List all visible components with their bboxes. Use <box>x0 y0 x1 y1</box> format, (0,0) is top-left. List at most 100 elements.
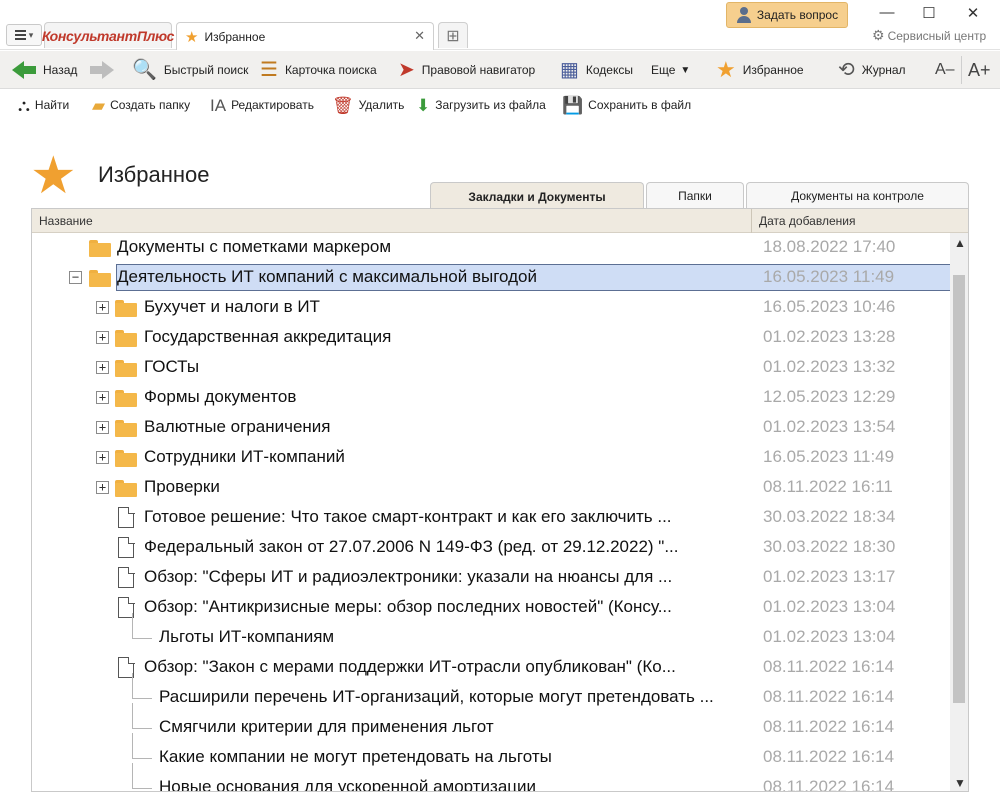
minimize-button[interactable]: — <box>872 4 902 21</box>
journal-button[interactable]: ⟲ Журнал <box>838 51 906 89</box>
delete-label: Удалить <box>358 98 405 112</box>
favorites-star-icon: ★ <box>30 147 77 205</box>
folder-icon <box>89 240 111 257</box>
scroll-up-icon[interactable]: ▲ <box>954 236 966 250</box>
vertical-scrollbar[interactable]: ▲ ▼ <box>950 233 968 791</box>
row-name: Федеральный закон от 27.07.2006 N 149-ФЗ… <box>144 537 679 556</box>
scroll-down-icon[interactable]: ▼ <box>954 776 966 790</box>
row-name: Смягчили критерии для применения льгот <box>159 717 494 736</box>
row-date: 30.03.2022 18:30 <box>763 537 896 556</box>
expand-icon[interactable]: + <box>96 331 109 344</box>
column-header-date[interactable]: Дата добавления <box>759 214 855 228</box>
tree-connector <box>132 613 133 639</box>
collapse-icon[interactable]: − <box>69 271 82 284</box>
row-date: 08.11.2022 16:14 <box>763 717 895 736</box>
scrollbar-thumb[interactable] <box>953 275 965 703</box>
document-row[interactable]: Обзор: "Сферы ИТ и радиоэлектроники: ука… <box>32 563 950 593</box>
table-body: Документы с пометками маркером 18.08.2022… <box>32 233 951 791</box>
bookmark-row[interactable]: Смягчили критерии для применения льгот 08… <box>32 703 950 743</box>
expand-icon[interactable]: + <box>96 451 109 464</box>
search-icon: 🔍 <box>132 59 157 81</box>
favorites-button[interactable]: ★ Избранное <box>716 51 804 89</box>
folder-row[interactable]: Документы с пометками маркером 18.08.2022… <box>32 233 950 263</box>
save-to-file-label: Сохранить в файл <box>588 98 692 112</box>
service-center-link[interactable]: ⚙ Сервисный центр <box>872 27 986 44</box>
tree-connector <box>132 733 133 759</box>
find-button[interactable]: ⛬ Найти <box>18 90 69 120</box>
row-date: 01.02.2023 13:04 <box>763 627 896 646</box>
folder-row[interactable]: + Бухучет и налоги в ИТ 16.05.2023 10:46 <box>32 293 950 323</box>
journal-label: Журнал <box>861 63 906 77</box>
column-header-name[interactable]: Название <box>39 214 93 228</box>
tree-connector <box>132 703 133 729</box>
column-divider[interactable] <box>751 209 752 233</box>
font-decrease-button[interactable]: A– <box>935 51 955 89</box>
expand-icon[interactable]: + <box>96 481 109 494</box>
delete-button[interactable]: 🗑 Удалить <box>332 90 404 120</box>
folder-icon <box>115 420 137 437</box>
table-header: Название Дата добавления <box>32 209 968 233</box>
tab-folders[interactable]: Папки <box>646 182 744 209</box>
more-dropdown[interactable]: Еще ▼ <box>651 51 690 89</box>
document-row[interactable]: Обзор: "Закон с мерами поддержки ИТ-отра… <box>32 653 950 683</box>
document-row[interactable]: Федеральный закон от 27.07.2006 N 149-ФЗ… <box>32 533 950 563</box>
back-button[interactable]: Назад <box>12 51 77 89</box>
row-name: Формы документов <box>144 387 297 406</box>
main-menu-button[interactable]: ▾ <box>6 24 42 46</box>
create-folder-button[interactable]: ▰ Создать папку <box>92 90 190 120</box>
title-bar: ▾ КонсультантПлюс ★ Избранное ✕ ⊞ Задать… <box>0 0 1000 50</box>
legal-navigator-button[interactable]: ➤ Правовой навигатор <box>398 51 535 89</box>
close-window-button[interactable]: ✕ <box>958 4 988 22</box>
close-tab-icon[interactable]: ✕ <box>414 28 425 44</box>
bookmark-row[interactable]: Новые основания для ускоренной амортизац… <box>32 763 950 791</box>
row-name: Готовое решение: Что такое смарт-контрак… <box>144 507 672 526</box>
row-date: 01.02.2023 13:04 <box>763 597 896 616</box>
logo-tab[interactable]: КонсультантПлюс <box>42 22 174 48</box>
folder-row[interactable]: + Валютные ограничения 01.02.2023 13:54 <box>32 413 950 443</box>
bookmark-row[interactable]: Льготы ИТ-компаниям 01.02.2023 13:04 <box>32 613 950 653</box>
page-title: Избранное <box>98 162 210 187</box>
forward-button[interactable] <box>90 51 114 89</box>
codes-button[interactable]: ▦ Кодексы <box>560 51 633 89</box>
load-from-file-button[interactable]: ⬇ Загрузить из файла <box>416 90 546 120</box>
bookmark-row[interactable]: Какие компании не могут претендовать на … <box>32 733 950 773</box>
maximize-button[interactable]: ☐ <box>914 4 944 22</box>
expand-icon[interactable]: + <box>96 301 109 314</box>
download-icon: ⬇ <box>416 95 431 115</box>
expand-icon[interactable]: + <box>96 391 109 404</box>
tab-favorites[interactable]: ★ Избранное ✕ <box>176 22 434 50</box>
folder-icon <box>115 480 137 497</box>
folder-row[interactable]: + Государственная аккредитация 01.02.2023 … <box>32 323 950 353</box>
tree-connector <box>132 673 133 699</box>
tab-bookmarks-documents[interactable]: Закладки и Документы <box>430 182 644 210</box>
document-row[interactable]: Готовое решение: Что такое смарт-контрак… <box>32 503 950 533</box>
document-row[interactable]: Обзор: "Антикризисные меры: обзор послед… <box>32 593 950 623</box>
folder-row[interactable]: − Деятельность ИТ компаний с максимальной… <box>32 263 951 293</box>
folder-row[interactable]: + ГОСТы 01.02.2023 13:32 <box>32 353 950 383</box>
expand-icon[interactable]: + <box>96 421 109 434</box>
favorites-table: Название Дата добавления Документы с пом… <box>31 208 969 792</box>
back-label: Назад <box>43 63 78 77</box>
new-tab-button[interactable]: ⊞ <box>438 22 468 48</box>
codes-book-icon: ▦ <box>560 59 579 81</box>
folder-row[interactable]: + Формы документов 12.05.2023 12:29 <box>32 383 950 413</box>
edit-label: Редактировать <box>231 98 314 112</box>
forward-arrow-icon <box>90 60 114 80</box>
expand-icon[interactable]: + <box>96 361 109 374</box>
ask-question-button[interactable]: Задать вопрос <box>726 2 848 28</box>
font-increase-button[interactable]: A+ <box>968 51 991 89</box>
edit-button[interactable]: IA Редактировать <box>210 90 314 120</box>
folder-icon <box>115 300 137 317</box>
folder-row[interactable]: + Сотрудники ИТ-компаний 16.05.2023 11:49 <box>32 443 950 473</box>
favorites-label: Избранное <box>742 63 804 77</box>
quick-search-label: Быстрый поиск <box>163 63 249 77</box>
search-card-button[interactable]: ☰ Карточка поиска <box>260 51 377 89</box>
trash-icon: 🗑 <box>332 95 354 115</box>
save-to-file-button[interactable]: 💾 Сохранить в файл <box>562 90 691 120</box>
tab-controlled-documents[interactable]: Документы на контроле <box>746 182 969 209</box>
quick-search-button[interactable]: 🔍 Быстрый поиск <box>132 51 248 89</box>
edit-text-icon: IA <box>210 95 227 115</box>
folder-row[interactable]: + Проверки 08.11.2022 16:11 <box>32 473 950 503</box>
bookmark-row[interactable]: Расширили перечень ИТ-организаций, котор… <box>32 673 950 713</box>
document-icon <box>118 536 135 558</box>
